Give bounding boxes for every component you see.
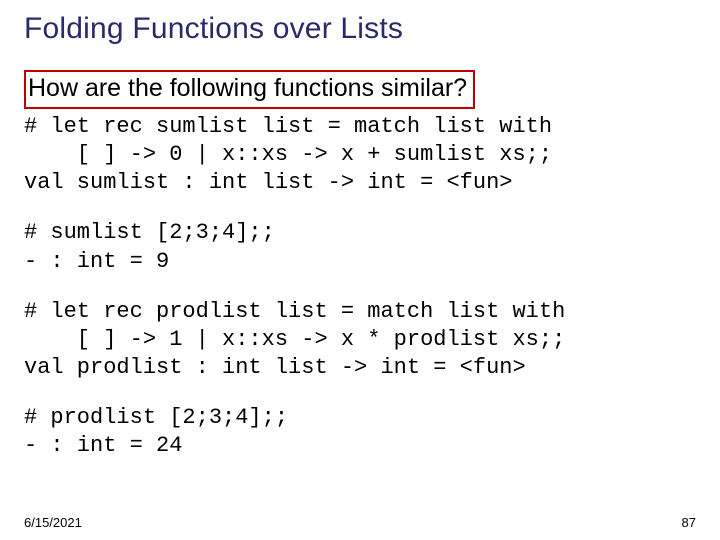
footer-page-number: 87 <box>682 515 696 530</box>
code-block-prodlist-def: # let rec prodlist list = match list wit… <box>24 298 696 382</box>
question-text: How are the following functions similar? <box>28 74 467 103</box>
question-highlight-box: How are the following functions similar? <box>24 70 475 109</box>
footer-date: 6/15/2021 <box>24 515 82 530</box>
code-block-prodlist-eval: # prodlist [2;3;4];; - : int = 24 <box>24 404 696 460</box>
slide-title: Folding Functions over Lists <box>24 12 696 46</box>
code-block-sumlist-def: # let rec sumlist list = match list with… <box>24 113 696 197</box>
code-block-sumlist-eval: # sumlist [2;3;4];; - : int = 9 <box>24 219 696 275</box>
slide-footer: 6/15/2021 87 <box>24 515 696 530</box>
slide: Folding Functions over Lists How are the… <box>0 0 720 461</box>
